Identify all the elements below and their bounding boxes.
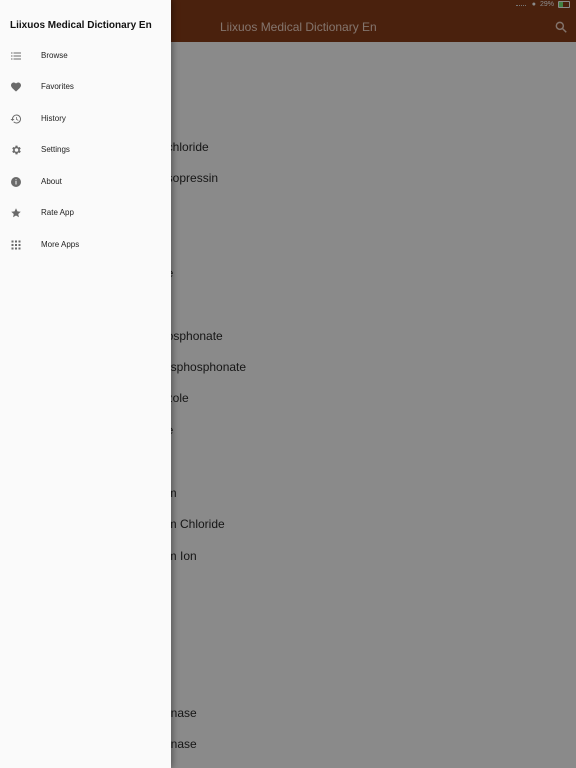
menu-item-settings[interactable]: Settings: [0, 136, 171, 167]
menu-item-more-apps[interactable]: More Apps: [0, 231, 171, 262]
menu-label: More Apps: [41, 240, 80, 249]
info-icon: [11, 177, 21, 187]
menu-item-browse[interactable]: Browse: [0, 42, 171, 73]
drawer-header: Liixuos Medical Dictionary En: [0, 0, 171, 42]
gear-icon: [12, 145, 21, 155]
menu-item-rate-app[interactable]: Rate App: [0, 199, 171, 230]
grid-icon: [11, 240, 21, 250]
menu-item-about[interactable]: About: [0, 168, 171, 199]
menu-label: Settings: [41, 145, 70, 154]
menu-item-history[interactable]: History: [0, 105, 171, 136]
menu-label: Favorites: [41, 82, 74, 91]
menu-label: Browse: [41, 51, 68, 60]
list-icon: [11, 52, 21, 60]
navigation-drawer: Liixuos Medical Dictionary En Browse Fav…: [0, 0, 171, 768]
menu-label: About: [41, 177, 62, 186]
star-icon: [11, 208, 21, 218]
heart-icon: [11, 82, 21, 92]
menu-label: Rate App: [41, 208, 74, 217]
history-icon: [10, 114, 21, 124]
menu-item-favorites[interactable]: Favorites: [0, 73, 171, 104]
drawer-title: Liixuos Medical Dictionary En: [10, 20, 152, 31]
menu-label: History: [41, 114, 66, 123]
